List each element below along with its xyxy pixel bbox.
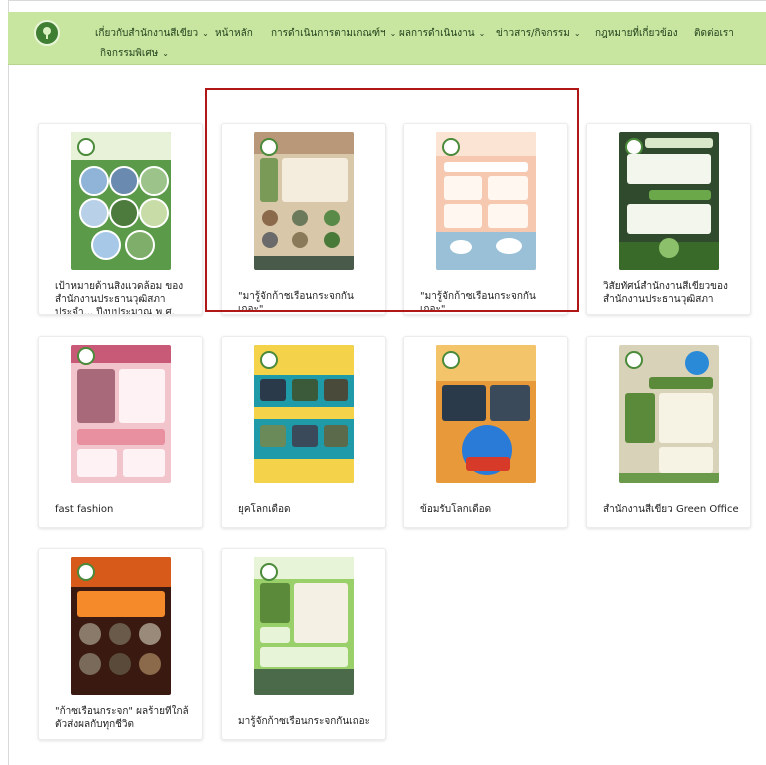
nav-news[interactable]: ข่าวสาร/กิจกรรม ⌄ — [496, 26, 581, 41]
chevron-down-icon: ⌄ — [478, 29, 486, 38]
poster-thumbnail[interactable] — [254, 557, 354, 695]
gallery-card[interactable]: สำนักงานสีเขียว Green Office — [586, 336, 751, 528]
card-caption[interactable]: "ก้าซเรือนกระจก" ผลร้ายที่ใกล้ตัวส่งผลกั… — [55, 705, 194, 735]
nav-results[interactable]: ผลการดำเนินงาน ⌄ — [399, 26, 485, 41]
chevron-down-icon: ⌄ — [573, 29, 581, 38]
card-caption[interactable]: มารู้จักก้าซเรือนกระจกกันเถอะ — [238, 715, 377, 735]
gallery-card[interactable]: วิสัยทัศน์สำนักงานสีเขียวของสำนักงานประธ… — [586, 123, 751, 315]
nav-about[interactable]: เกี่ยวกับสำนักงานสีเขียว ⌄ — [95, 26, 209, 41]
card-caption[interactable]: ข้อมรับโลกเดือด — [420, 503, 559, 523]
poster-thumbnail[interactable] — [619, 345, 719, 483]
top-navbar: เกี่ยวกับสำนักงานสีเขียว ⌄ หน้าหลัก การดำ… — [8, 12, 766, 65]
card-caption[interactable]: เป้าหมายด้านสิ่งแวดล้อม ของสำนักงานประธา… — [55, 280, 194, 314]
poster-thumbnail[interactable] — [71, 132, 171, 270]
tree-icon — [43, 27, 51, 39]
gallery-card[interactable]: มารู้จักก้าซเรือนกระจกกันเถอะ — [221, 548, 386, 740]
chevron-down-icon: ⌄ — [389, 29, 397, 38]
poster-thumbnail[interactable] — [619, 132, 719, 270]
gallery-card[interactable]: ยุคโลกเดือด — [221, 336, 386, 528]
nav-home[interactable]: หน้าหลัก — [215, 26, 253, 41]
poster-thumbnail[interactable] — [71, 557, 171, 695]
nav-laws[interactable]: กฎหมายที่เกี่ยวข้อง — [595, 26, 678, 41]
nav-contact[interactable]: ติดต่อเรา — [694, 26, 734, 41]
poster-thumbnail[interactable] — [436, 132, 536, 270]
card-caption[interactable]: "มารู้จักก้าซเรือนกระจกกันเถอะ" — [420, 290, 559, 310]
poster-thumbnail[interactable] — [254, 345, 354, 483]
nav-criteria[interactable]: การดำเนินการตามเกณฑ์ฯ ⌄ — [271, 26, 396, 41]
gallery-card[interactable]: เป้าหมายด้านสิ่งแวดล้อม ของสำนักงานประธา… — [38, 123, 203, 315]
gallery-card[interactable]: ข้อมรับโลกเดือด — [403, 336, 568, 528]
chevron-down-icon: ⌄ — [202, 29, 209, 38]
gallery-card[interactable]: "มารู้จักก้าชเรือนกระจกกันเถอะ" — [221, 123, 386, 315]
card-caption[interactable]: สำนักงานสีเขียว Green Office — [603, 503, 742, 523]
card-caption[interactable]: fast fashion — [55, 503, 194, 523]
gallery-card[interactable]: "ก้าซเรือนกระจก" ผลร้ายที่ใกล้ตัวส่งผลกั… — [38, 548, 203, 740]
gallery-card[interactable]: fast fashion — [38, 336, 203, 528]
site-logo-icon[interactable] — [34, 20, 60, 46]
poster-thumbnail[interactable] — [254, 132, 354, 270]
nav-special[interactable]: กิจกรรมพิเศษ ⌄ — [100, 46, 169, 61]
card-caption[interactable]: วิสัยทัศน์สำนักงานสีเขียวของสำนักงานประธ… — [603, 280, 742, 310]
card-caption[interactable]: "มารู้จักก้าชเรือนกระจกกันเถอะ" — [238, 290, 377, 310]
gallery-card[interactable]: "มารู้จักก้าซเรือนกระจกกันเถอะ" — [403, 123, 568, 315]
poster-thumbnail[interactable] — [436, 345, 536, 483]
chevron-down-icon: ⌄ — [162, 49, 169, 58]
card-caption[interactable]: ยุคโลกเดือด — [238, 503, 377, 523]
poster-thumbnail[interactable] — [71, 345, 171, 483]
